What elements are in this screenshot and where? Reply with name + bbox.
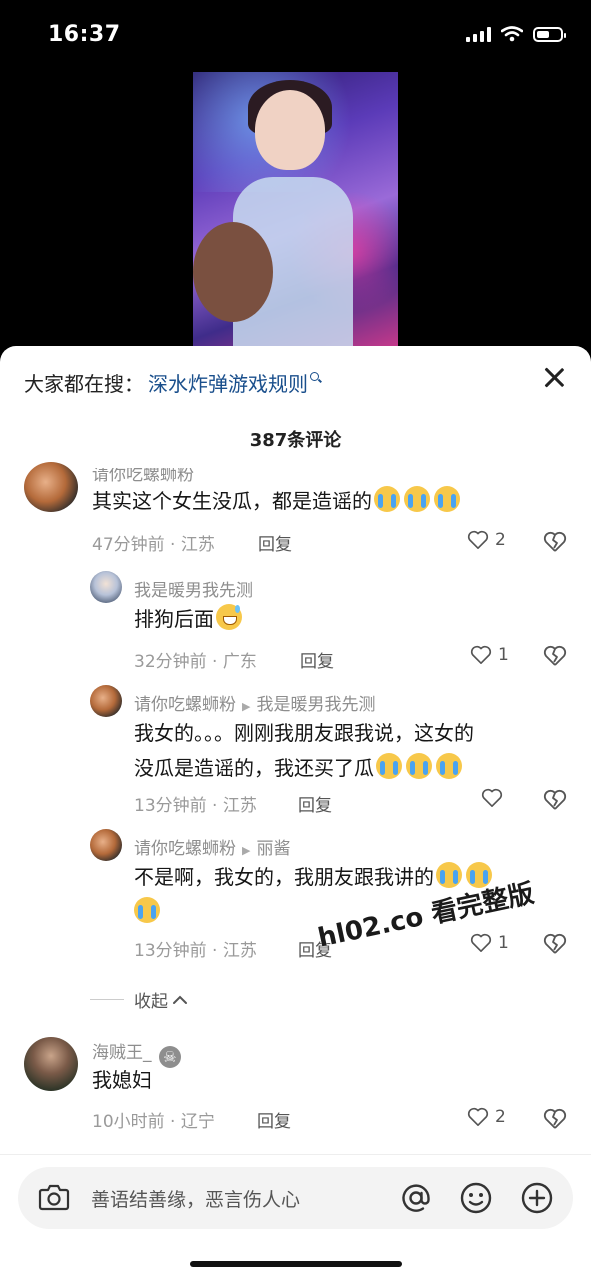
like-button[interactable]: 1 [470,933,509,953]
comment-text: 排狗后面 [134,602,244,637]
comment-text: 其实这个女生没瓜，都是造谣的 [92,484,462,519]
like-count: 2 [495,1107,506,1127]
comment-time-location: 10小时前 · 辽宁 [92,1112,215,1132]
heart-icon [481,788,503,807]
reply-button[interactable]: 回复 [300,647,334,672]
comment-input-bar[interactable]: 善语结善缘，恶言伤人心 [18,1167,573,1229]
comments-count: 387条评论 [249,430,342,451]
status-bar: 16:37 [0,0,591,70]
divider [90,999,124,1000]
battery-icon [533,26,566,42]
emoji-icon[interactable] [459,1181,493,1215]
trending-search: 大家都在搜： 深水炸弹游戏规则 [24,368,319,397]
search-icon [310,372,319,381]
comment-time-location: 47分钟前 · 江苏 [92,535,215,555]
cellular-signal-icon [466,26,491,42]
heart-icon [470,645,492,664]
comment-input[interactable]: 善语结善缘，恶言伤人心 [91,1185,300,1212]
reply-button[interactable]: 回复 [257,1107,291,1132]
heart-icon [470,933,492,952]
comments-sheet: 大家都在搜： 深水炸弹游戏规则 387条评论 请你吃螺蛳粉 其实这个女生没瓜，都… [0,346,591,1280]
like-button[interactable]: 1 [470,645,509,665]
trending-search-prefix: 大家都在搜： [24,372,144,396]
camera-icon[interactable] [38,1182,70,1212]
broken-heart-icon[interactable] [543,1108,567,1130]
like-count: 1 [498,933,509,953]
avatar[interactable] [24,1037,78,1091]
comment-username[interactable]: 请你吃螺蛳粉 ▶ 我是暖男我先测 [134,690,375,715]
status-time: 16:37 [48,22,121,47]
heart-icon [467,1107,489,1126]
crying-face-emoji [374,486,400,512]
divider [0,1154,591,1155]
avatar[interactable] [90,685,122,717]
avatar[interactable] [24,462,78,512]
video-player[interactable] [193,72,398,354]
collapse-replies-button[interactable]: 收起 [90,987,188,1012]
avatar[interactable] [90,829,122,861]
chevron-up-icon [173,995,187,1004]
broken-heart-icon[interactable] [543,933,567,955]
avatar[interactable] [90,571,122,603]
close-button[interactable] [543,366,565,388]
comment-time-location: 13分钟前 · 江苏 [134,796,257,816]
comment-username[interactable]: 请你吃螺蛳粉 [92,468,194,485]
skull-crossbones-icon: ☠ [158,1046,181,1068]
crying-face-emoji [436,753,462,779]
crying-face-emoji [436,862,462,888]
comment-text: 我女的。。。刚刚我朋友跟我说，这女的 没瓜是造谣的，我还买了瓜 [134,721,474,780]
heart-icon [467,530,489,549]
like-button[interactable] [481,788,503,808]
like-count: 1 [498,645,509,665]
like-count: 2 [495,530,506,550]
wifi-icon [501,26,523,42]
crying-face-emoji [406,753,432,779]
comment-text: 我媳妇 [92,1068,152,1092]
system-icons [466,26,566,42]
broken-heart-icon[interactable] [543,531,567,553]
comment-time-location: 13分钟前 · 江苏 [134,941,257,961]
home-indicator[interactable] [190,1261,402,1267]
comment-username[interactable]: 我是暖男我先测 [134,576,253,601]
reply-arrow-icon: ▶ [242,844,251,857]
comment-time-location: 32分钟前 · 广东 [134,652,257,672]
crying-face-emoji [376,753,402,779]
crying-face-emoji [404,486,430,512]
reply-button[interactable]: 回复 [258,530,292,555]
crying-face-emoji [134,897,160,923]
add-icon[interactable] [520,1181,554,1215]
comment-username[interactable]: 请你吃螺蛳粉 ▶ 丽酱 [134,834,290,859]
trending-search-link[interactable]: 深水炸弹游戏规则 [148,368,308,397]
mention-icon[interactable] [399,1181,433,1215]
reply-arrow-icon: ▶ [242,700,251,713]
grinning-sweat-emoji [216,604,242,630]
broken-heart-icon[interactable] [543,645,567,667]
like-button[interactable]: 2 [467,1107,506,1127]
like-button[interactable]: 2 [467,530,506,550]
broken-heart-icon[interactable] [543,789,567,811]
reply-button[interactable]: 回复 [298,791,332,816]
crying-face-emoji [434,486,460,512]
